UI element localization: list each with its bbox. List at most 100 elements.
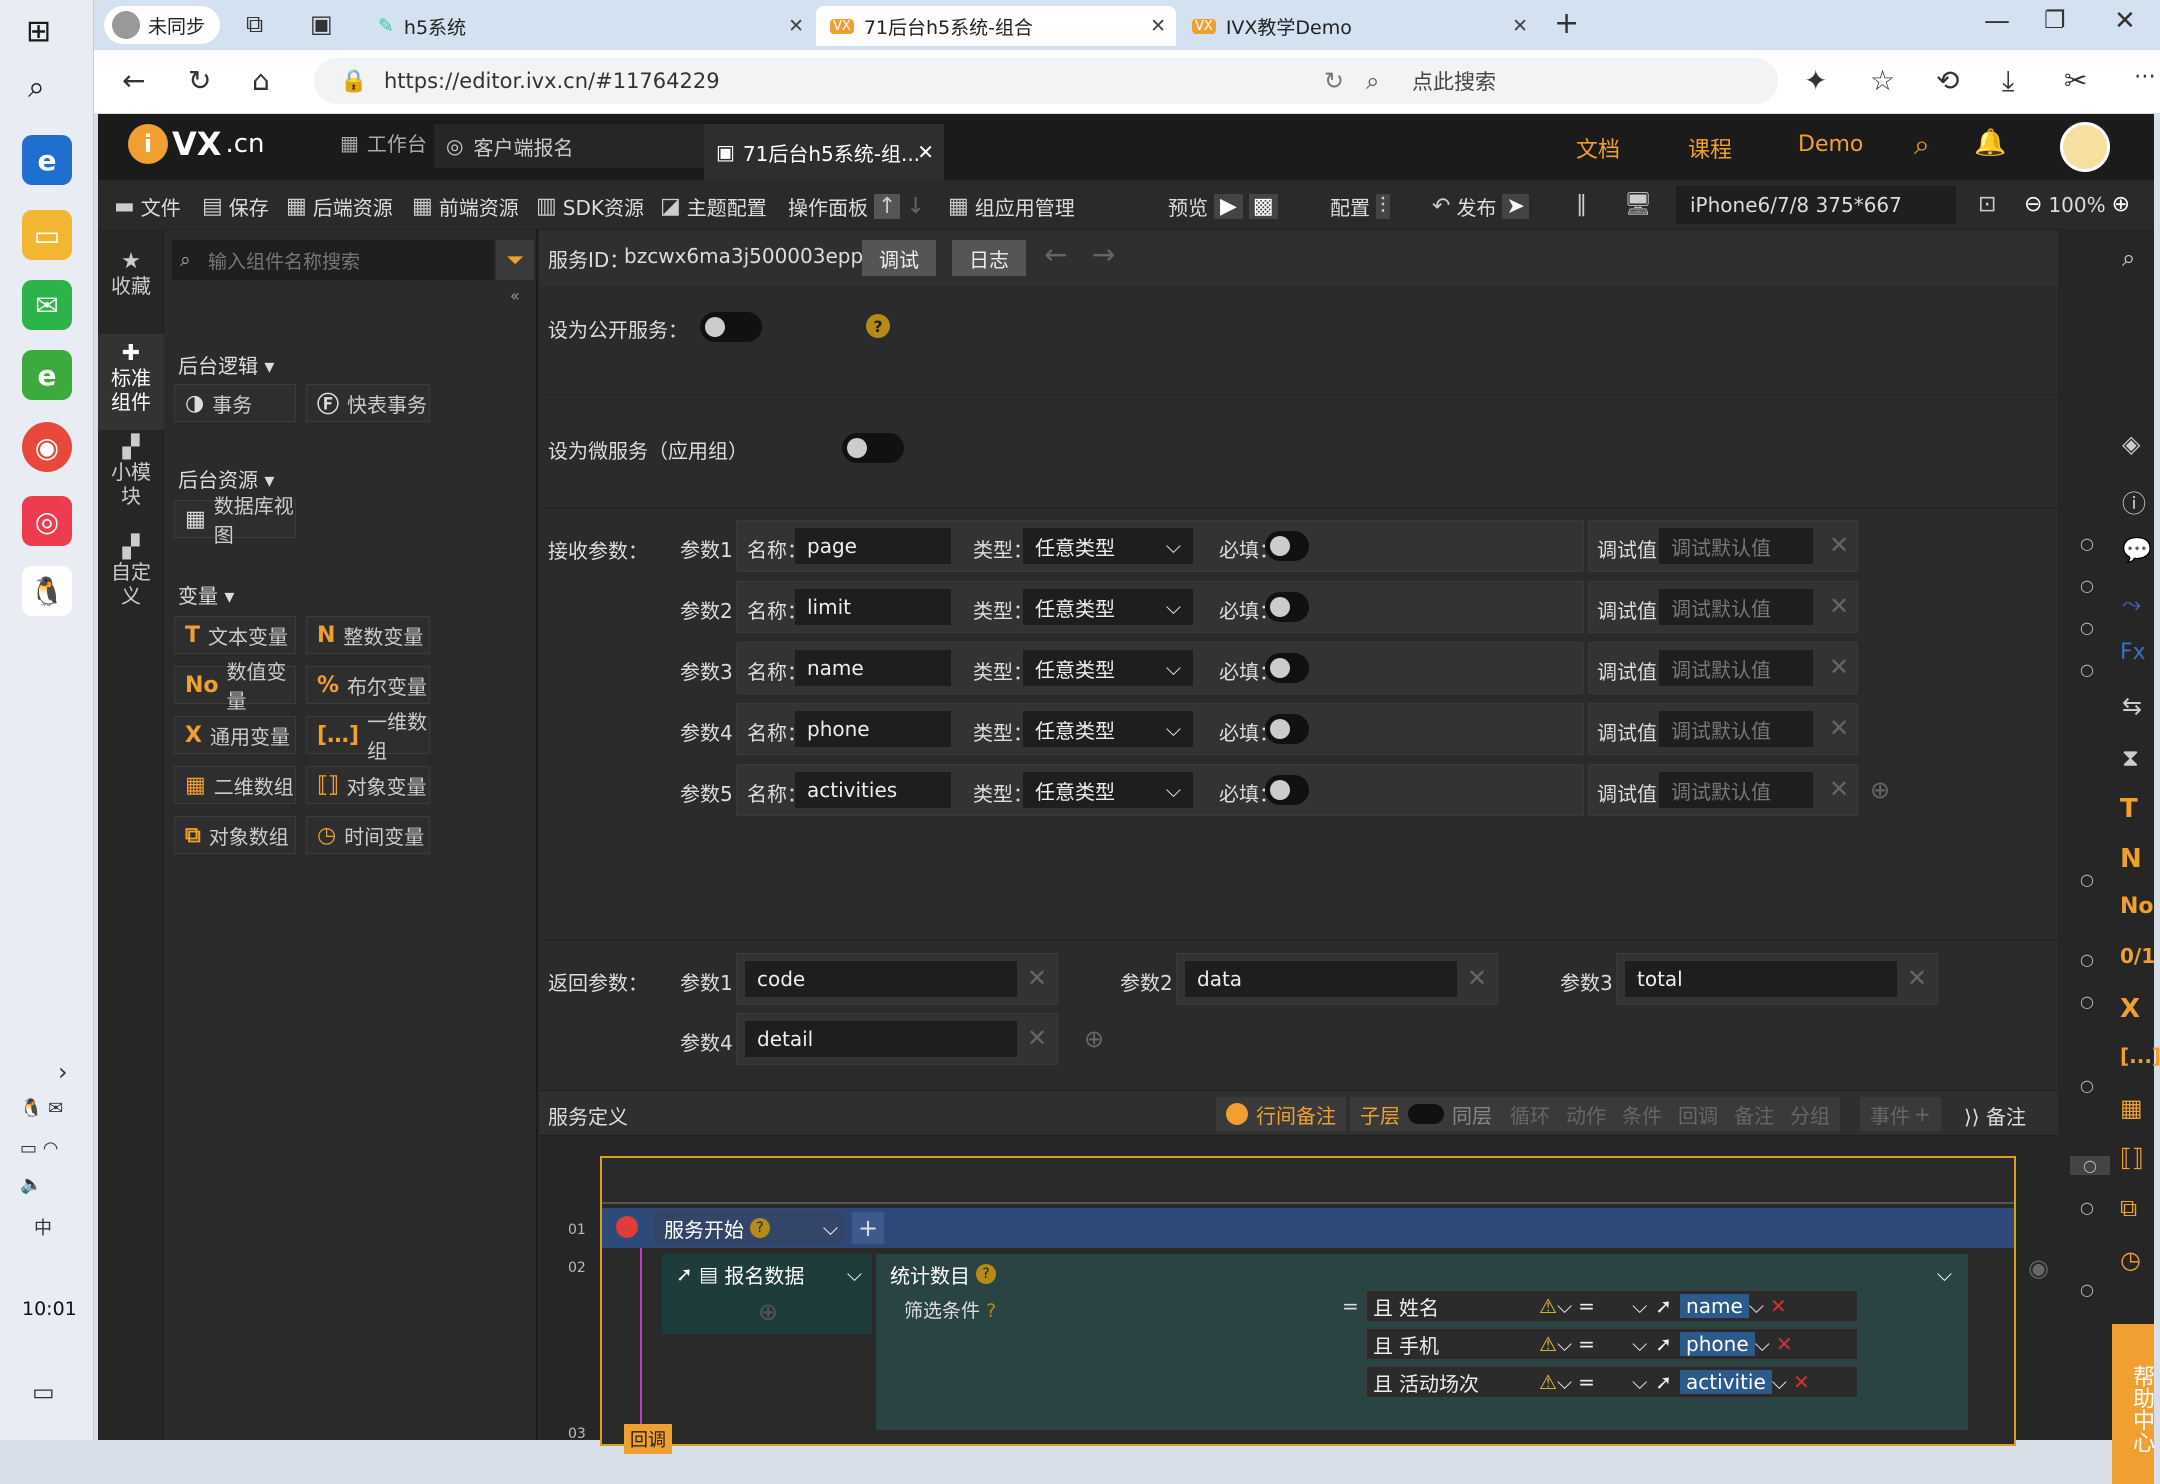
remove-icon[interactable]: ✕: [1829, 714, 1849, 742]
preview-button[interactable]: 预览 ▶ ▩: [1168, 192, 1278, 221]
bell-icon[interactable]: 🔔: [1974, 128, 2006, 158]
comp-object-var[interactable]: ⟦⟧ 对象变量: [306, 766, 430, 804]
swap-icon[interactable]: ⇆: [2122, 692, 2142, 720]
restore-icon[interactable]: ❐: [2044, 6, 2066, 34]
function-icon[interactable]: Fx: [2120, 640, 2146, 665]
inline-notes-toggle[interactable]: 行间备注: [1216, 1097, 1346, 1131]
object-array-icon[interactable]: ⧉: [2120, 1194, 2137, 1222]
profile-button[interactable]: 未同步: [104, 6, 220, 44]
loop-button[interactable]: 循环: [1500, 1097, 1560, 1131]
remove-icon[interactable]: ✕: [1829, 775, 1849, 803]
logo[interactable]: i VX .cn: [128, 124, 264, 164]
comp-bool-var[interactable]: % 布尔变量: [306, 666, 430, 704]
wechat-icon[interactable]: ✉: [22, 280, 72, 330]
demo-link[interactable]: Demo: [1798, 132, 1863, 157]
log-button[interactable]: 日志: [952, 240, 1026, 276]
param-type-select[interactable]: 任意类型 ⌵: [1023, 772, 1193, 808]
windows-start-icon[interactable]: ⊞: [26, 14, 51, 49]
note-button[interactable]: 备注: [1724, 1097, 1784, 1131]
clock[interactable]: 10:01: [22, 1298, 77, 1320]
app-tab-active[interactable]: ▣ 71后台h5系统-组... ✕: [704, 124, 944, 180]
chevron-down-icon[interactable]: ⌵: [1557, 1332, 1572, 1356]
zoom-out-icon[interactable]: ⊖: [2024, 192, 2042, 217]
int-var-icon[interactable]: N: [2120, 844, 2142, 874]
tab-actions-icon[interactable]: ▣: [310, 10, 333, 38]
search-input[interactable]: ⌕ 点此搜索: [1342, 58, 1778, 104]
address-bar[interactable]: 🔒 https://editor.ivx.cn/#11764229 ↻ ☆: [314, 58, 1424, 104]
param-type-select[interactable]: 任意类型 ⌵: [1023, 589, 1193, 625]
text-var-icon[interactable]: T: [2120, 794, 2138, 824]
required-toggle[interactable]: [1265, 592, 1309, 622]
public-service-toggle[interactable]: [700, 312, 762, 342]
download-icon[interactable]: ⤓: [2002, 64, 2014, 98]
group-app-manage-button[interactable]: ▦ 组应用管理: [948, 192, 1075, 221]
chevron-down-icon[interactable]: ⌵: [1749, 1294, 1764, 1318]
required-toggle[interactable]: [1265, 714, 1309, 744]
param-name-input[interactable]: limit: [795, 589, 951, 625]
chrome-icon[interactable]: ◉: [22, 422, 72, 472]
save-button[interactable]: ▤ 保存: [202, 192, 269, 221]
frontend-resources-button[interactable]: ▦ 前端资源: [412, 192, 519, 221]
micro-service-toggle[interactable]: [842, 433, 904, 463]
new-tab-icon[interactable]: +: [1554, 6, 1579, 41]
add-return-param-icon[interactable]: ⊕: [1084, 1025, 1104, 1053]
sdk-resources-button[interactable]: ▥ SDK资源: [536, 192, 644, 221]
layers-icon[interactable]: ◈: [2122, 430, 2140, 458]
info-icon[interactable]: ⓘ: [2122, 484, 2146, 519]
debug-value-input[interactable]: 调试默认值: [1659, 650, 1813, 686]
param-name-input[interactable]: page: [795, 528, 951, 564]
add-node-icon[interactable]: +: [852, 1212, 884, 1244]
device-select[interactable]: iPhone6/7/8 375*667: [1676, 186, 1956, 224]
chevron-down-icon[interactable]: ⌵: [823, 1216, 838, 1240]
more-icon[interactable]: ⋯: [2134, 64, 2156, 89]
flow-node-start[interactable]: 服务开始 ? ⌵: [654, 1210, 846, 1246]
publish-button[interactable]: ↶ 发布 ➤: [1432, 192, 1529, 221]
comp-db-view[interactable]: ▦ 数据库视图: [174, 494, 296, 547]
minimize-icon[interactable]: —: [1984, 6, 2010, 36]
window-close-icon[interactable]: ✕: [2114, 6, 2136, 36]
arrow-up-icon[interactable]: ↑: [874, 194, 901, 219]
history-icon[interactable]: ⟲: [1936, 64, 1959, 97]
arrow-down-icon[interactable]: ↓: [906, 194, 924, 219]
close-icon[interactable]: ✕: [1512, 15, 1528, 37]
backend-resources-button[interactable]: ▦ 后端资源: [286, 192, 393, 221]
extensions-icon[interactable]: ✦: [1804, 64, 1827, 97]
add-param-icon[interactable]: ⊕: [1870, 776, 1890, 804]
callback-button[interactable]: 回调: [1668, 1097, 1728, 1131]
screen-icon[interactable]: ⊡: [1978, 192, 1996, 217]
remove-icon[interactable]: ✕: [1787, 1370, 1810, 1394]
browser-tab-2[interactable]: VX 71后台h5系统-组合 ✕: [816, 6, 1176, 46]
battery-icon[interactable]: ▭ ◠: [20, 1138, 58, 1159]
help-icon[interactable]: ?: [976, 1264, 996, 1284]
filter-icon[interactable]: ⏷: [496, 240, 534, 280]
clock-icon[interactable]: ◷: [2120, 1246, 2141, 1274]
comp-2d-array[interactable]: ▦ 二维数组: [174, 766, 296, 804]
section-backend-logic[interactable]: 后台逻辑 ▾: [178, 350, 274, 379]
comp-time-var[interactable]: ◷ 时间变量: [306, 816, 430, 854]
help-icon[interactable]: ?: [750, 1218, 770, 1238]
debug-value-input[interactable]: 调试默认值: [1659, 711, 1813, 747]
workspaces-icon[interactable]: ⧉: [246, 10, 263, 38]
event-button[interactable]: 事件 +: [1860, 1097, 1941, 1131]
param-type-select[interactable]: 任意类型 ⌵: [1023, 528, 1193, 564]
search-icon[interactable]: ⌕: [28, 70, 45, 105]
param-name-input[interactable]: name: [795, 650, 951, 686]
chevron-right-icon[interactable]: ›: [58, 1058, 68, 1086]
return-param-field[interactable]: data: [1185, 961, 1457, 997]
qq-icon[interactable]: 🐧: [22, 566, 72, 616]
matrix-icon[interactable]: ▦: [2120, 1094, 2143, 1122]
app-tab-workbench[interactable]: ▦ 工作台: [340, 128, 427, 157]
add-child-icon[interactable]: ⊕: [758, 1298, 778, 1326]
ime-icon[interactable]: 中: [34, 1214, 52, 1240]
condition-value[interactable]: phone: [1680, 1332, 1755, 1356]
condition-field[interactable]: 手机: [1399, 1330, 1539, 1359]
nav-modules[interactable]: ▞ 小模块: [98, 436, 164, 532]
operation-panel-button[interactable]: 操作面板 ↑ ↓: [788, 192, 925, 221]
param-type-select[interactable]: 任意类型 ⌵: [1023, 650, 1193, 686]
remove-icon[interactable]: ✕: [1829, 592, 1849, 620]
section-variables[interactable]: 变量 ▾: [178, 580, 234, 609]
condition-operator[interactable]: =: [1572, 1370, 1632, 1394]
refresh-icon[interactable]: ↻: [188, 64, 211, 97]
collapse-icon[interactable]: «: [510, 286, 520, 305]
condition-field[interactable]: 活动场次: [1399, 1368, 1539, 1397]
